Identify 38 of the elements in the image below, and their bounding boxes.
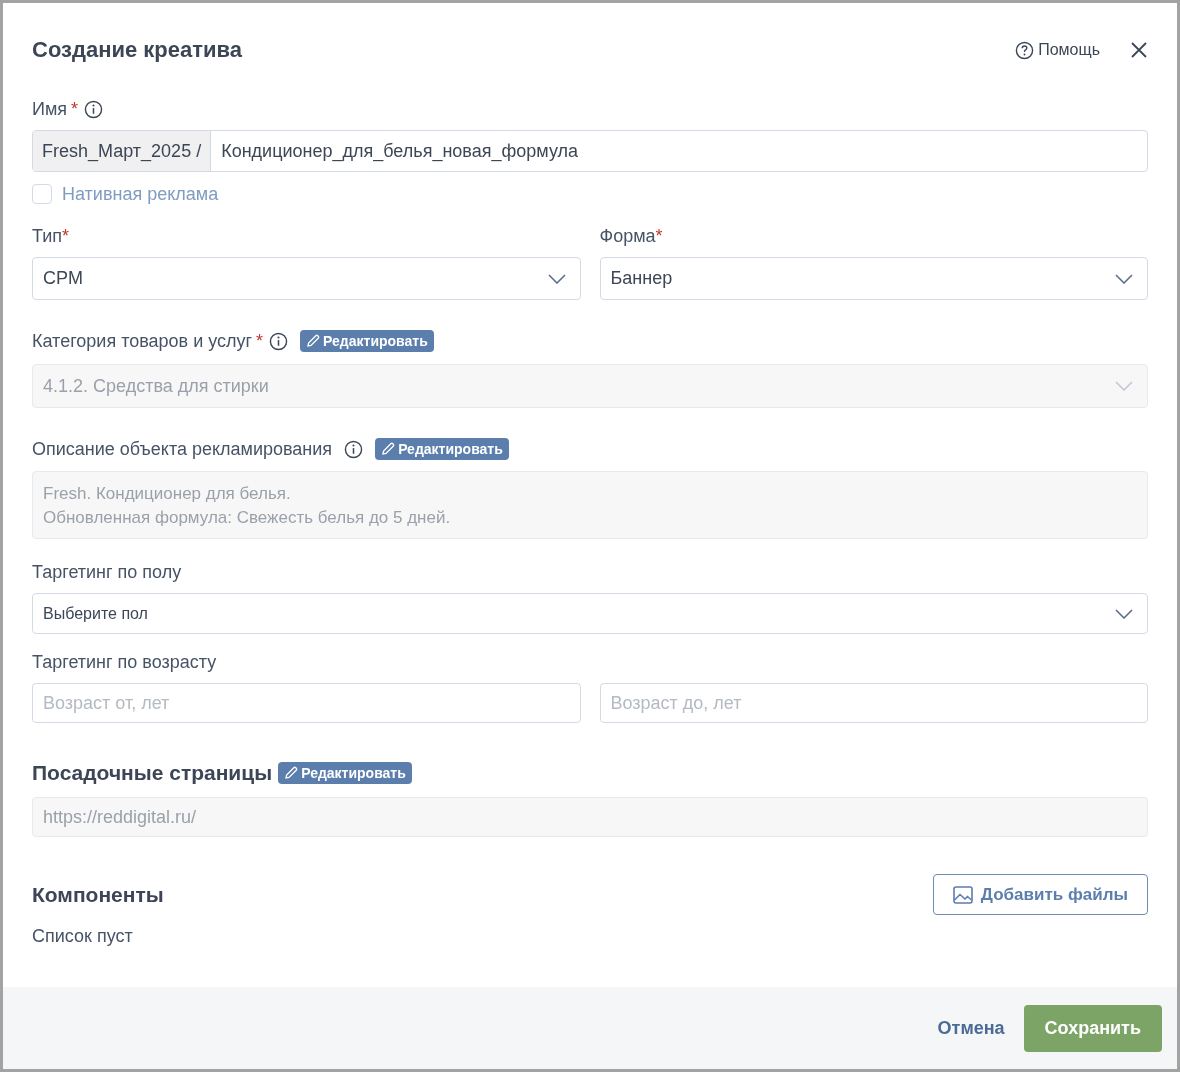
dialog-title: Создание креатива [32,37,244,63]
empty-list-text: Список пуст [32,926,134,947]
required-mark: * [71,98,79,120]
chevron-down-icon [1115,608,1133,619]
required-mark: * [655,225,663,247]
select-field[interactable]: Баннер [599,257,1148,300]
chevron-down-icon [1115,273,1133,284]
field-label: Описание объекта рекламирования [32,438,333,460]
add-files-button[interactable]: Добавить файлы [932,874,1148,915]
pencil-icon [306,334,321,348]
age-input[interactable]: Возраст до, лет [599,683,1148,723]
age-input[interactable]: Возраст от, лет [32,683,581,723]
checkbox[interactable] [32,184,52,204]
image-icon [952,885,973,904]
select-field[interactable]: Выберите пол [32,593,1148,634]
help-icon [1015,40,1035,60]
pencil-icon [284,766,299,780]
help-link[interactable]: Помощь [1015,40,1100,60]
field-label: Таргетинг по полу [32,561,182,583]
save-button[interactable]: Сохранить [1023,1004,1162,1052]
name-field[interactable]: Fresh_Март_2025 / Кондиционер_для_белья_новая_формула [32,130,1148,172]
close-button[interactable] [1130,41,1148,59]
required-mark: * [62,225,70,247]
select-field[interactable]: CPM [32,257,581,300]
pencil-icon [381,442,396,456]
section-title: Компоненты [32,882,164,907]
chevron-down-icon [1115,381,1133,391]
cancel-button[interactable]: Отмена [937,1017,1005,1039]
section-title: Посадочные страницы [32,761,273,785]
field-label: Таргетинг по возрасту [32,651,217,673]
required-mark: * [256,330,264,352]
chevron-down-icon [547,273,566,284]
field-label: Тип [32,225,62,247]
field-label: Имя [32,98,68,120]
field-label: Категория товаров и услуг [32,330,253,352]
checkbox-label[interactable]: Нативная реклама [62,183,219,205]
field-label: Форма [599,225,656,247]
name-prefix: Fresh_Март_2025 / [33,131,212,171]
